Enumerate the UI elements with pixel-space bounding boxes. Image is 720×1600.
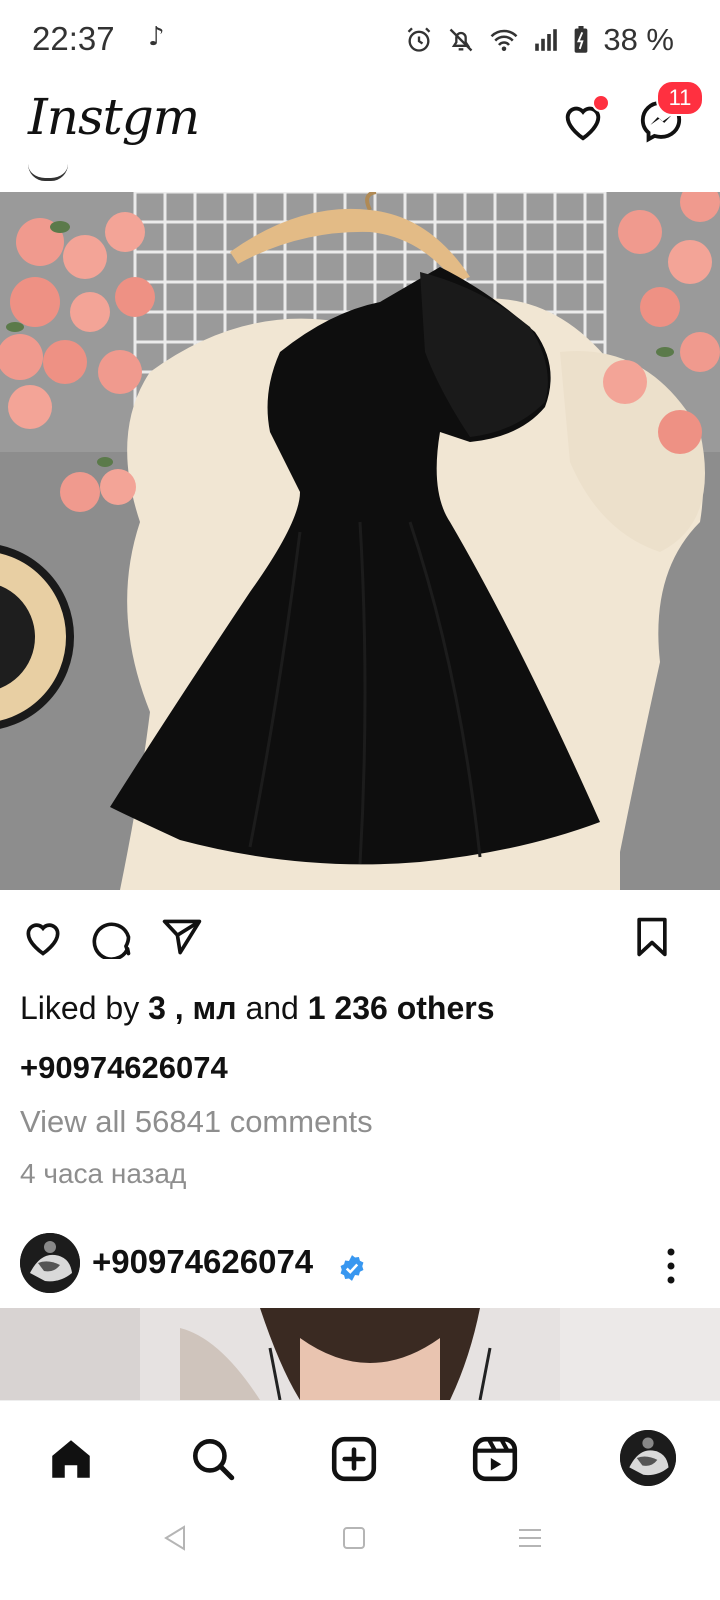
next-post-username[interactable]: +90974626074 xyxy=(92,1243,313,1281)
notification-dot xyxy=(592,94,610,112)
post-image[interactable] xyxy=(0,192,720,890)
alarm-icon xyxy=(408,27,431,52)
like-heart-icon[interactable] xyxy=(21,915,65,959)
liked-prefix: Liked by xyxy=(20,990,149,1026)
more-options-icon[interactable] xyxy=(665,1246,677,1286)
battery-charging-icon xyxy=(574,26,588,53)
app-logo[interactable]: Instgm xyxy=(28,88,200,146)
home-icon[interactable] xyxy=(46,1434,96,1484)
bookmark-icon[interactable] xyxy=(630,915,674,959)
status-time: 22:37 xyxy=(32,20,115,57)
system-navigation-bar xyxy=(0,1510,720,1600)
search-icon[interactable] xyxy=(188,1434,238,1484)
battery-percent: 38 % xyxy=(603,22,674,57)
create-post-icon[interactable] xyxy=(329,1434,379,1484)
post-timestamp: 4 часа назад xyxy=(20,1158,187,1189)
bell-off-icon xyxy=(450,28,473,52)
status-icons: 38 % xyxy=(405,22,674,58)
wifi-icon xyxy=(490,29,518,51)
view-all-comments-link[interactable]: View all 56841 comments xyxy=(20,1104,373,1140)
share-send-icon[interactable] xyxy=(160,915,204,959)
post-owner-username[interactable]: +90974626074 xyxy=(20,1050,228,1086)
back-triangle-icon[interactable] xyxy=(162,1524,188,1552)
profile-avatar[interactable] xyxy=(620,1430,676,1486)
recents-menu-icon[interactable] xyxy=(516,1524,544,1552)
comment-icon[interactable] xyxy=(90,915,134,959)
next-post-image[interactable] xyxy=(0,1308,720,1400)
reels-icon[interactable] xyxy=(470,1434,520,1484)
liked-names[interactable]: 3 , мл xyxy=(148,990,236,1026)
liked-and: and xyxy=(236,990,308,1026)
next-post-avatar[interactable] xyxy=(20,1233,80,1293)
music-note-icon: ♪ xyxy=(148,22,165,52)
messages-badge: 11 xyxy=(656,80,704,116)
liked-others[interactable]: 1 236 others xyxy=(308,990,495,1026)
story-avatar-peek xyxy=(28,164,68,181)
likes-summary[interactable]: Liked by 3 , мл and 1 236 others xyxy=(20,990,494,1027)
home-square-icon[interactable] xyxy=(341,1524,367,1552)
verified-badge-icon xyxy=(340,1255,364,1281)
signal-icon xyxy=(535,29,558,51)
status-bar: 22:37 ♪ 38 % xyxy=(0,0,720,84)
